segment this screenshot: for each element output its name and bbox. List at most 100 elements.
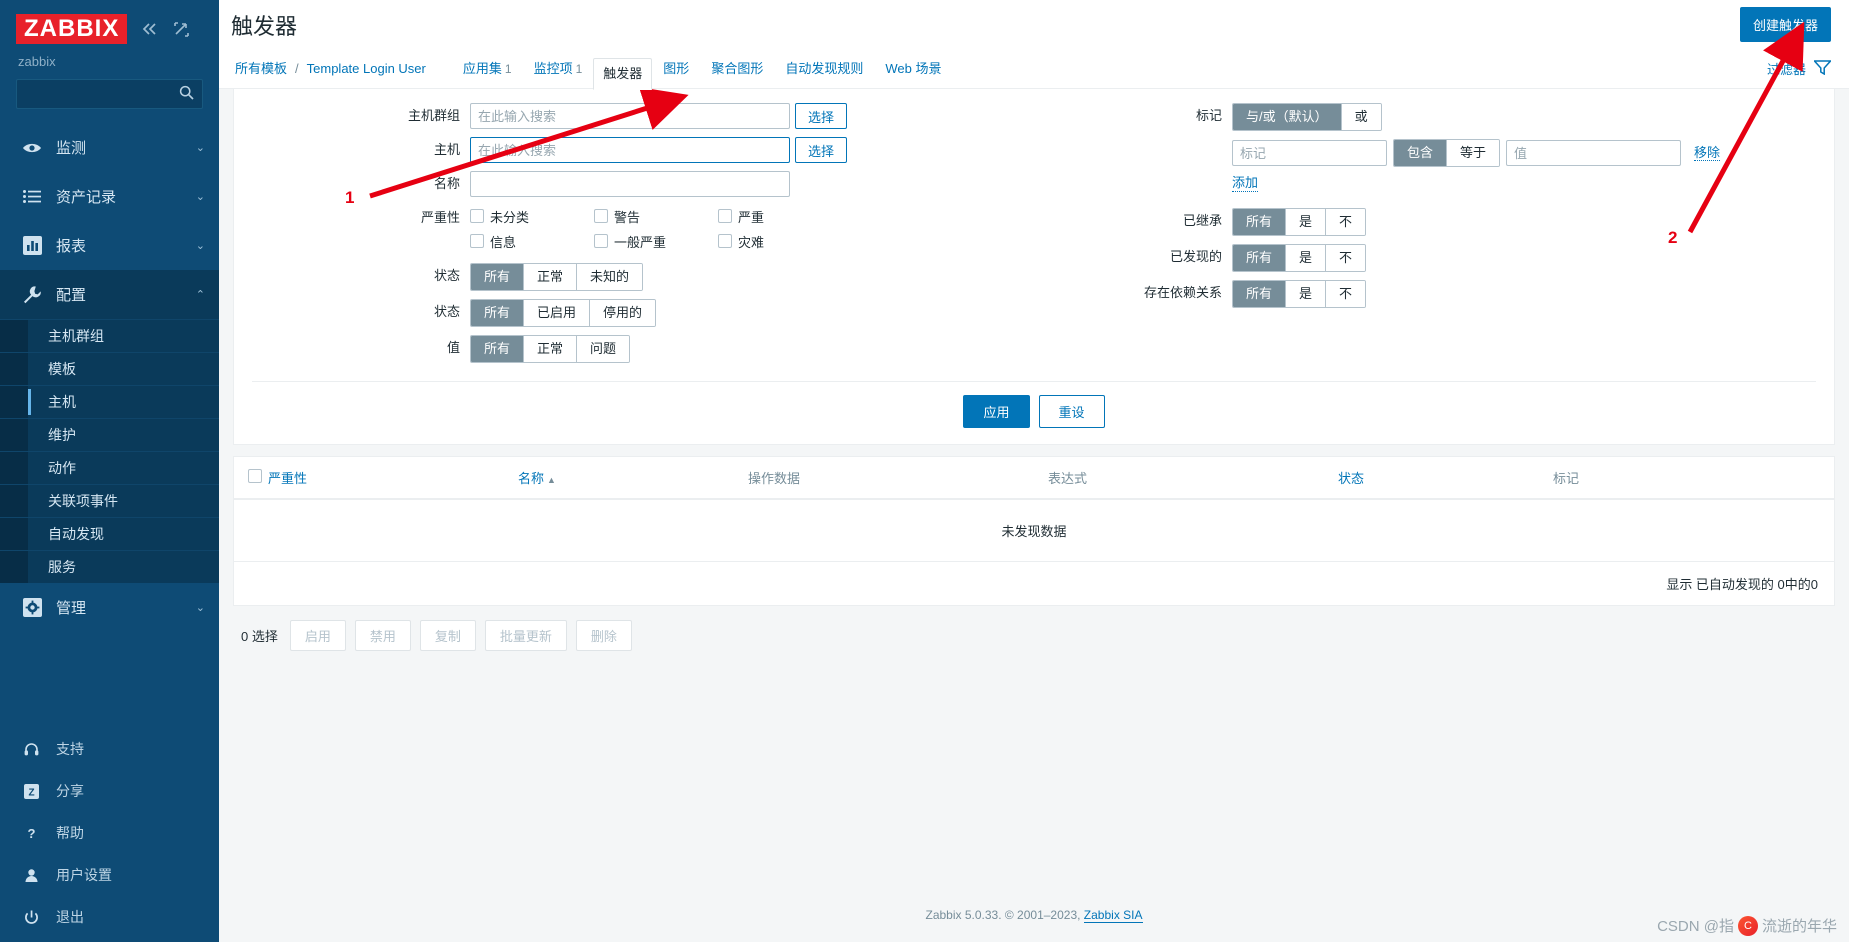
host-input[interactable] — [470, 137, 790, 163]
sidebar-item-support[interactable]: 支持 — [0, 728, 219, 770]
host-group-input[interactable] — [470, 103, 790, 129]
inherited-option-no[interactable]: 不 — [1325, 208, 1366, 235]
sidebar-item-configuration[interactable]: 配置 ⌃ — [0, 270, 219, 320]
severity-option[interactable]: 灾难 — [718, 230, 842, 252]
checkbox-icon[interactable] — [470, 234, 484, 248]
sidebar-subitem-host-groups[interactable]: 主机群组 — [0, 319, 219, 352]
checkbox-icon[interactable] — [718, 234, 732, 248]
tab-discovery-rules[interactable]: 自动发现规则 — [774, 49, 874, 89]
sidebar-subitem-templates[interactable]: 模板 — [0, 352, 219, 385]
value-option-ok[interactable]: 正常 — [523, 336, 577, 362]
funnel-icon[interactable] — [1812, 59, 1833, 78]
checkbox-icon[interactable] — [594, 234, 608, 248]
zabbix-logo[interactable]: ZABBIX — [16, 14, 128, 45]
breadcrumb-template-name[interactable]: Template Login User — [305, 49, 428, 89]
tag-remove-link[interactable]: 移除 — [1694, 145, 1721, 162]
inherited-option-yes[interactable]: 是 — [1285, 208, 1326, 235]
checkbox-icon[interactable] — [470, 209, 484, 223]
status-option-all[interactable]: 所有 — [471, 300, 524, 326]
severity-option[interactable]: 警告 — [594, 205, 718, 227]
sidebar-subitem-discovery[interactable]: 自动发现 — [0, 517, 219, 550]
chevron-double-left-icon[interactable] — [139, 19, 159, 39]
column-status[interactable]: 状态 — [1338, 457, 1553, 500]
sidebar-item-signout[interactable]: 退出 — [0, 896, 219, 938]
dependency-option-all[interactable]: 所有 — [1233, 280, 1286, 307]
dependency-option-no[interactable]: 不 — [1325, 280, 1366, 307]
discovered-option-no[interactable]: 不 — [1325, 244, 1366, 271]
expand-icon[interactable] — [171, 19, 191, 39]
copy-button[interactable]: 复制 — [419, 620, 476, 651]
state-option-unknown[interactable]: 未知的 — [576, 264, 643, 290]
sidebar-item-reports[interactable]: 报表 ⌄ — [0, 221, 219, 270]
name-input[interactable] — [470, 171, 790, 197]
sidebar-item-label: 资产记录 — [56, 189, 117, 207]
value-option-all[interactable]: 所有 — [471, 336, 524, 362]
sidebar-item-administration[interactable]: 管理 ⌄ — [0, 583, 219, 632]
sidebar-subitem-hosts[interactable]: 主机 — [0, 385, 219, 418]
severity-option[interactable]: 未分类 — [470, 205, 594, 227]
tag-match-equals[interactable]: 等于 — [1446, 140, 1500, 166]
create-trigger-button[interactable]: 创建触发器 — [1739, 7, 1831, 42]
disable-button[interactable]: 禁用 — [354, 620, 411, 651]
search-input[interactable] — [17, 80, 202, 109]
sidebar-item-share[interactable]: Z 分享 — [0, 770, 219, 812]
checkbox-icon[interactable] — [718, 209, 732, 223]
status-option-enabled[interactable]: 已启用 — [523, 300, 590, 326]
value-option-problem[interactable]: 问题 — [576, 336, 630, 362]
sidebar-item-help[interactable]: ? 帮助 — [0, 812, 219, 854]
zabbix-sia-link[interactable]: Zabbix SIA — [1083, 908, 1143, 923]
host-group-select-button[interactable]: 选择 — [795, 103, 848, 129]
search-box[interactable] — [16, 79, 203, 110]
sidebar-item-inventory[interactable]: 资产记录 ⌄ — [0, 172, 219, 221]
tags-operator-or[interactable]: 或 — [1340, 104, 1381, 130]
sidebar-item-label: 报表 — [56, 238, 87, 256]
tag-match-contains[interactable]: 包含 — [1394, 140, 1447, 166]
column-name[interactable]: 名称 ▲ — [518, 457, 748, 500]
tab-triggers[interactable]: 触发器 — [593, 57, 653, 90]
severity-option[interactable]: 一般严重 — [594, 230, 718, 252]
tab-screens[interactable]: 聚合图形 — [700, 49, 774, 89]
sidebar-item-label: 监测 — [56, 140, 87, 158]
tag-value-input[interactable] — [1506, 140, 1682, 166]
select-all-checkbox[interactable] — [248, 469, 262, 483]
dependency-option-yes[interactable]: 是 — [1285, 280, 1326, 307]
enable-button[interactable]: 启用 — [289, 620, 346, 651]
discovered-option-all[interactable]: 所有 — [1233, 244, 1286, 271]
mass-update-button[interactable]: 批量更新 — [484, 620, 567, 651]
filter-controls: 过滤器 — [1767, 59, 1833, 78]
apply-button[interactable]: 应用 — [963, 395, 1030, 428]
tags-operator-andor[interactable]: 与/或（默认） — [1233, 104, 1341, 130]
sidebar-subitem-maintenance[interactable]: 维护 — [0, 418, 219, 451]
severity-option[interactable]: 信息 — [470, 230, 594, 252]
state-option-normal[interactable]: 正常 — [523, 264, 577, 290]
tab-items[interactable]: 监控项 1 — [523, 49, 594, 89]
sidebar-item-user-settings[interactable]: 用户设置 — [0, 854, 219, 896]
tag-add-link[interactable]: 添加 — [1232, 175, 1259, 192]
sidebar-bottom-label: 用户设置 — [56, 867, 112, 883]
filter-tab[interactable]: 过滤器 — [1767, 59, 1806, 78]
tab-label: Web 场景 — [885, 60, 942, 76]
host-select-button[interactable]: 选择 — [795, 137, 848, 163]
tag-name-input[interactable] — [1232, 140, 1387, 166]
tab-graphs[interactable]: 图形 — [652, 49, 700, 89]
breadcrumb-all-templates[interactable]: 所有模板 — [233, 49, 289, 89]
column-tags: 标记 — [1553, 457, 1834, 500]
inherited-option-all[interactable]: 所有 — [1233, 208, 1286, 235]
delete-button[interactable]: 删除 — [575, 620, 632, 651]
state-option-all[interactable]: 所有 — [471, 264, 524, 290]
filter-row-host-group: 主机群组 选择 — [234, 103, 1034, 129]
status-option-disabled[interactable]: 停用的 — [589, 300, 656, 326]
discovered-option-yes[interactable]: 是 — [1285, 244, 1326, 271]
reset-button[interactable]: 重设 — [1038, 395, 1105, 428]
sidebar-bottom-nav: 支持 Z 分享 ? 帮助 用户设置 退出 — [0, 728, 219, 942]
watermark: CSDN @指 C 流逝的年华 — [1657, 915, 1837, 936]
sidebar-item-monitoring[interactable]: 监测 ⌄ — [0, 123, 219, 172]
column-severity[interactable]: 严重性 — [268, 457, 518, 500]
checkbox-icon[interactable] — [594, 209, 608, 223]
tab-web-scenarios[interactable]: Web 场景 — [874, 49, 952, 89]
tab-applications[interactable]: 应用集 1 — [452, 49, 523, 89]
sidebar-subitem-event-correlation[interactable]: 关联项事件 — [0, 484, 219, 517]
sidebar-subitem-actions[interactable]: 动作 — [0, 451, 219, 484]
severity-option[interactable]: 严重 — [718, 205, 842, 227]
sidebar-subitem-services[interactable]: 服务 — [0, 550, 219, 583]
